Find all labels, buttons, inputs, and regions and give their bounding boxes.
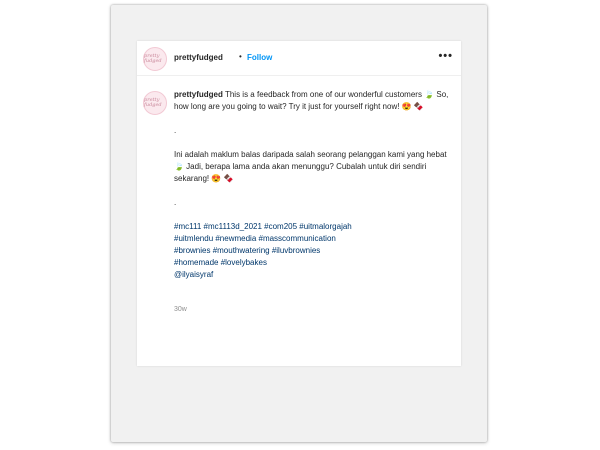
more-options-icon[interactable]: •••	[438, 50, 453, 62]
avatar[interactable]: pretty fudged	[143, 47, 167, 71]
username[interactable]: prettyfudged	[174, 53, 223, 62]
mention-link[interactable]: @ilyaisyraf	[174, 269, 454, 281]
caption-separator: .	[174, 198, 177, 207]
instagram-post: pretty fudged prettyfudged • Follow ••• …	[137, 41, 461, 366]
hashtag-line[interactable]: #homemade #lovelybakes	[174, 257, 454, 269]
hashtag-line[interactable]: #brownies #mouthwatering #iluvbrownies	[174, 245, 454, 257]
caption-separator: .	[174, 126, 177, 135]
hashtag-line[interactable]: #mc111 #mc1113d_2021 #com205 #uitmalorga…	[174, 221, 454, 233]
post-timestamp[interactable]: 30w	[174, 306, 187, 313]
post-caption: prettyfudged This is a feedback from one…	[174, 89, 454, 281]
caption-username[interactable]: prettyfudged	[174, 90, 223, 99]
post-header: pretty fudged prettyfudged • Follow •••	[137, 41, 461, 76]
follow-button[interactable]: Follow	[247, 53, 272, 62]
hashtag-line[interactable]: #uitmlendu #newmedia #masscommunication	[174, 233, 454, 245]
separator-dot: •	[239, 52, 242, 61]
caption-malay: Ini adalah maklum balas daripada salah s…	[174, 150, 447, 183]
caption-avatar[interactable]: pretty fudged	[143, 91, 167, 115]
hashtags: #mc111 #mc1113d_2021 #com205 #uitmalorga…	[174, 221, 454, 281]
